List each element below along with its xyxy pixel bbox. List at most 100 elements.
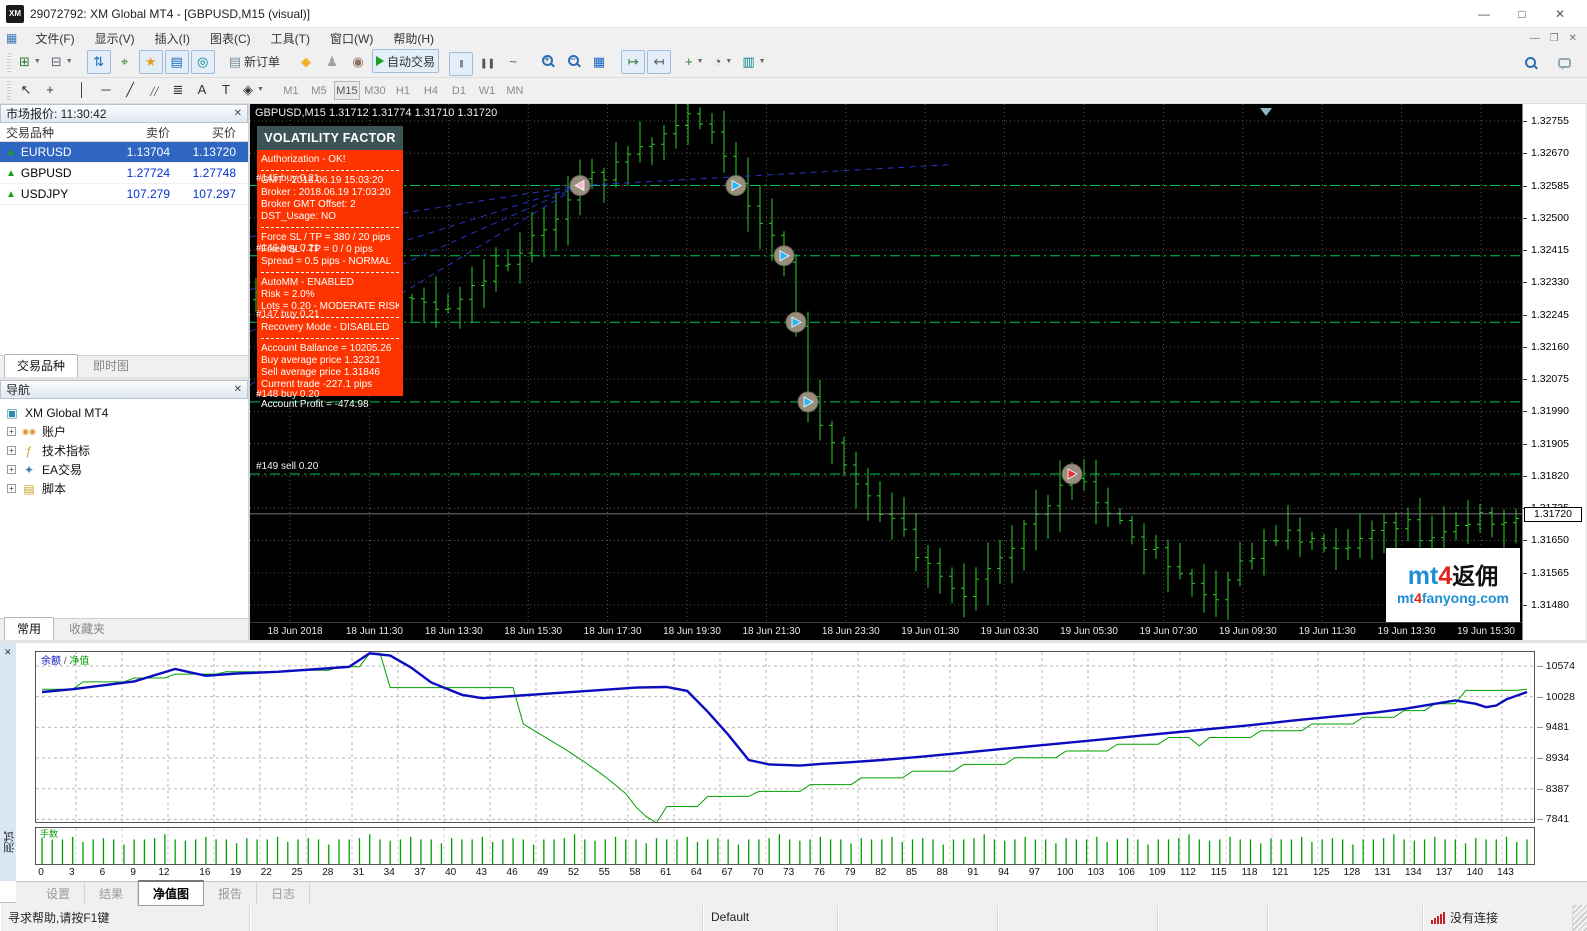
data-window-button[interactable]: ⌖ [113,50,137,74]
mdi-minimize-button[interactable]: — [1530,33,1540,44]
tester-close-icon[interactable]: ✕ [4,647,12,658]
dropdown-arrow-icon[interactable]: ▼ [697,58,704,65]
menu-w[interactable]: 窗口(W) [320,30,383,48]
expand-icon[interactable]: + [7,427,16,436]
profiles-button[interactable]: ⊟▼ [47,50,77,74]
timeframe-h4[interactable]: H4 [418,81,444,100]
terminal-button[interactable]: ▤ [165,50,189,74]
timeframe-m1[interactable]: M1 [278,81,304,100]
market-watch-tab-即时图[interactable]: 即时图 [80,354,142,377]
menu-t[interactable]: 工具(T) [261,30,320,48]
chart-area[interactable]: GBPUSD,M15 1.31712 1.31774 1.31710 1.317… [250,104,1585,640]
symbol-row-usdjpy[interactable]: ▲USDJPY107.279107.297 [0,184,248,205]
navigator-root[interactable]: ▣XM Global MT4 [4,403,248,422]
timeframe-d1[interactable]: D1 [446,81,472,100]
window-close-button[interactable]: ✕ [1553,7,1567,21]
navigator-item-indicators[interactable]: +ƒ技术指标 [4,441,248,460]
menu-h[interactable]: 帮助(H) [383,30,444,48]
new-chart-button[interactable]: ⊞▼ [15,50,45,74]
timeframe-h1[interactable]: H1 [390,81,416,100]
timeframe-mn[interactable]: MN [502,81,528,100]
tile-windows-button[interactable]: ▦ [587,50,611,74]
zoom-out-button[interactable]: − [561,49,585,73]
metaeditor-button[interactable]: ◆ [294,50,318,74]
arrows-button[interactable]: ◈▼ [239,79,268,100]
navigator-tab-常用[interactable]: 常用 [4,617,54,640]
navigator-tab-收藏夹[interactable]: 收藏夹 [56,617,118,640]
expand-icon[interactable]: + [7,484,16,493]
chat-button[interactable] [1552,51,1576,75]
tester-tab-结果[interactable]: 结果 [85,882,138,905]
new-order-button[interactable]: ▤新订单 [225,50,284,74]
toolbar-grip[interactable] [7,53,11,73]
tester-tab-报告[interactable]: 报告 [204,882,257,905]
experts-button[interactable]: ♟ [320,50,344,74]
autoscroll-button[interactable]: ↦ [621,50,645,74]
tester-tab-设置[interactable]: 设置 [32,882,85,905]
autotrading-button[interactable]: 自动交易 [372,49,439,73]
navigator-item-expert-advisors[interactable]: +✦EA交易 [4,460,248,479]
templates-button[interactable]: ▥▼ [738,50,769,74]
toolbar-grip2[interactable] [7,81,11,101]
navigator-close-icon[interactable]: ✕ [234,384,242,395]
market-watch-tab-交易品种[interactable]: 交易品种 [4,354,78,377]
text-label-button[interactable]: T [215,79,237,100]
navigator-button[interactable]: ★ [139,50,163,74]
time-axis-label: 19 Jun 01:30 [901,626,959,637]
menu-i[interactable]: 插入(I) [145,30,200,48]
dropdown-arrow-icon[interactable]: ▼ [725,58,732,65]
dropdown-arrow-icon[interactable]: ▼ [34,58,41,65]
trendline-button[interactable]: ╱ [119,79,141,100]
status-profile[interactable]: Default [703,903,838,931]
fibonacci-button[interactable]: ≣ [167,79,189,100]
line-chart-button[interactable]: ~ [501,50,525,74]
indicators-button[interactable]: +▼ [681,50,708,74]
window-maximize-button[interactable]: □ [1515,7,1529,21]
timeframe-m5[interactable]: M5 [306,81,332,100]
chart-window-icon[interactable]: ▦ [6,31,17,45]
chart-shift-button[interactable]: ↤ [647,50,671,74]
new-chart-icon: ⊞ [19,55,30,68]
dropdown-arrow-icon[interactable]: ▼ [759,58,766,65]
menu-v[interactable]: 显示(V) [85,30,145,48]
tester-tab-日志[interactable]: 日志 [257,882,310,905]
search-button[interactable] [1518,51,1542,75]
sounds-button[interactable]: ◉ [346,50,370,74]
timeframe-w1[interactable]: W1 [474,81,500,100]
navigator-item-accounts[interactable]: +◉◉账户 [4,422,248,441]
horizontal-line-button[interactable]: ─ [95,79,117,100]
timeframe-m15[interactable]: M15 [334,81,360,100]
data-window-icon: ⌖ [121,55,128,68]
expand-icon[interactable]: + [7,465,16,474]
symbol-row-gbpusd[interactable]: ▲GBPUSD1.277241.27748 [0,163,248,184]
crosshair-button[interactable]: + [39,79,61,100]
market-watch-button[interactable]: ⇅ [87,50,111,74]
timeframe-m30[interactable]: M30 [362,81,388,100]
vertical-line-button[interactable]: │ [71,79,93,100]
periods-button[interactable]: ◔▼ [710,50,737,74]
resize-grip[interactable] [1573,903,1587,931]
tile-windows-icon: ▦ [593,55,605,68]
symbol-row-eurusd[interactable]: ▲EURUSD1.137041.13720 [0,142,248,163]
mdi-close-button[interactable]: ✕ [1569,33,1577,44]
window-minimize-button[interactable]: — [1477,7,1491,21]
navigator-item-scripts[interactable]: +▤脚本 [4,479,248,498]
strategy-tester-button[interactable]: ◎ [191,50,215,74]
bar-chart-button[interactable]: ||| [449,52,473,76]
equidistant-channel-button[interactable]: ╱╱ [143,81,165,102]
chart-shift-marker-icon[interactable] [1260,108,1272,116]
menu-f[interactable]: 文件(F) [25,30,84,48]
dropdown-arrow-icon[interactable]: ▼ [66,58,73,65]
market-watch-close-icon[interactable]: ✕ [234,108,242,119]
tester-tab-净值图[interactable]: 净值图 [138,880,204,906]
text-button[interactable]: A [191,79,213,100]
expand-icon[interactable]: + [7,446,16,455]
dropdown-arrow-icon[interactable]: ▼ [257,86,264,93]
tester-x-label: 40 [445,867,456,878]
mdi-restore-button[interactable]: ❐ [1550,33,1559,44]
candlestick-button[interactable]: ▌▐ [475,52,499,76]
cursor-button[interactable]: ↖ [15,79,37,100]
tester-vertical-tab[interactable]: 测试 [2,831,18,853]
zoom-in-button[interactable]: + [535,49,559,73]
menu-c[interactable]: 图表(C) [200,30,261,48]
